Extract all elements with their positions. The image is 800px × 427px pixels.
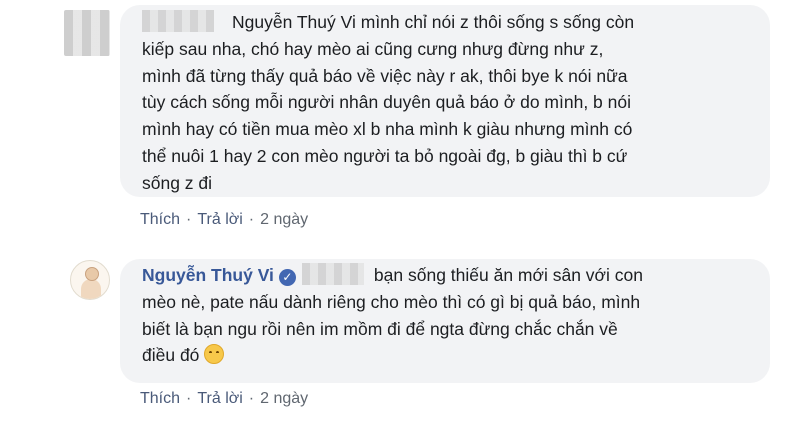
separator: · xyxy=(186,211,192,228)
timestamp[interactable]: 2 ngày xyxy=(260,211,308,229)
comment-actions: Thích · Trả lời · 2 ngày xyxy=(140,211,308,229)
comment-text: bạn sống thiếu ăn mới sân với con xyxy=(373,265,644,285)
blurred-mention xyxy=(301,263,364,285)
avatar-figure-body xyxy=(81,279,101,299)
comment-line: mèo nè, pate nấu dành riêng cho mèo thì … xyxy=(142,291,641,312)
comment-line: tùy cách sống mỗi người nhân duyên quả b… xyxy=(142,92,632,113)
reply-button[interactable]: Trả lời xyxy=(197,211,242,229)
avatar-figure-head xyxy=(85,267,99,281)
comment-text: Nguyễn Thuý Vi mình chỉ nói z thôi sống … xyxy=(232,12,635,32)
commenter-avatar-blurred[interactable] xyxy=(64,10,110,56)
reply-button[interactable]: Trả lời xyxy=(197,390,242,408)
blurred-username xyxy=(142,10,214,32)
timestamp[interactable]: 2 ngày xyxy=(260,390,308,408)
comment-text: điều đó xyxy=(142,345,200,366)
author-avatar[interactable] xyxy=(70,260,110,300)
comment-line: mình hay có tiền mua mèo xl b nha mình k… xyxy=(142,119,633,140)
comment-line: kiếp sau nha, chó hay mèo ai cũng cưng n… xyxy=(142,38,604,59)
separator: · xyxy=(248,390,255,407)
separator: · xyxy=(248,211,255,228)
separator: · xyxy=(186,390,192,407)
comment-line: điều đó xyxy=(142,342,748,369)
comment-line: Nguyễn Thuý Vi ✓ bạn sống thiếu ăn mới sân… xyxy=(142,262,748,289)
smiling-face-emoji-icon xyxy=(204,344,225,365)
comment-bubble: Nguyễn Thuý Vi mình chỉ nói z thôi sống … xyxy=(120,5,770,197)
comment-actions: Thích · Trả lời · 2 ngày xyxy=(140,390,308,408)
like-button[interactable]: Thích xyxy=(140,211,180,229)
comment-line: thể nuôi 1 hay 2 con mèo người ta bỏ ngo… xyxy=(142,145,628,166)
author-name[interactable]: Nguyễn Thuý Vi xyxy=(142,265,274,285)
comment-bubble: Nguyễn Thuý Vi ✓ bạn sống thiếu ăn mới sân… xyxy=(120,259,770,383)
comment-line: mình đã từng thấy quả báo về việc này r … xyxy=(142,65,628,86)
verified-badge-icon: ✓ xyxy=(278,269,296,286)
comment-line: Nguyễn Thuý Vi mình chỉ nói z thôi sống … xyxy=(142,9,748,36)
comment-line: biết là bạn ngu rồi nên im mồm đi để ngt… xyxy=(142,318,618,339)
like-button[interactable]: Thích xyxy=(140,390,180,408)
comment-line: sống z đi xyxy=(142,172,213,193)
